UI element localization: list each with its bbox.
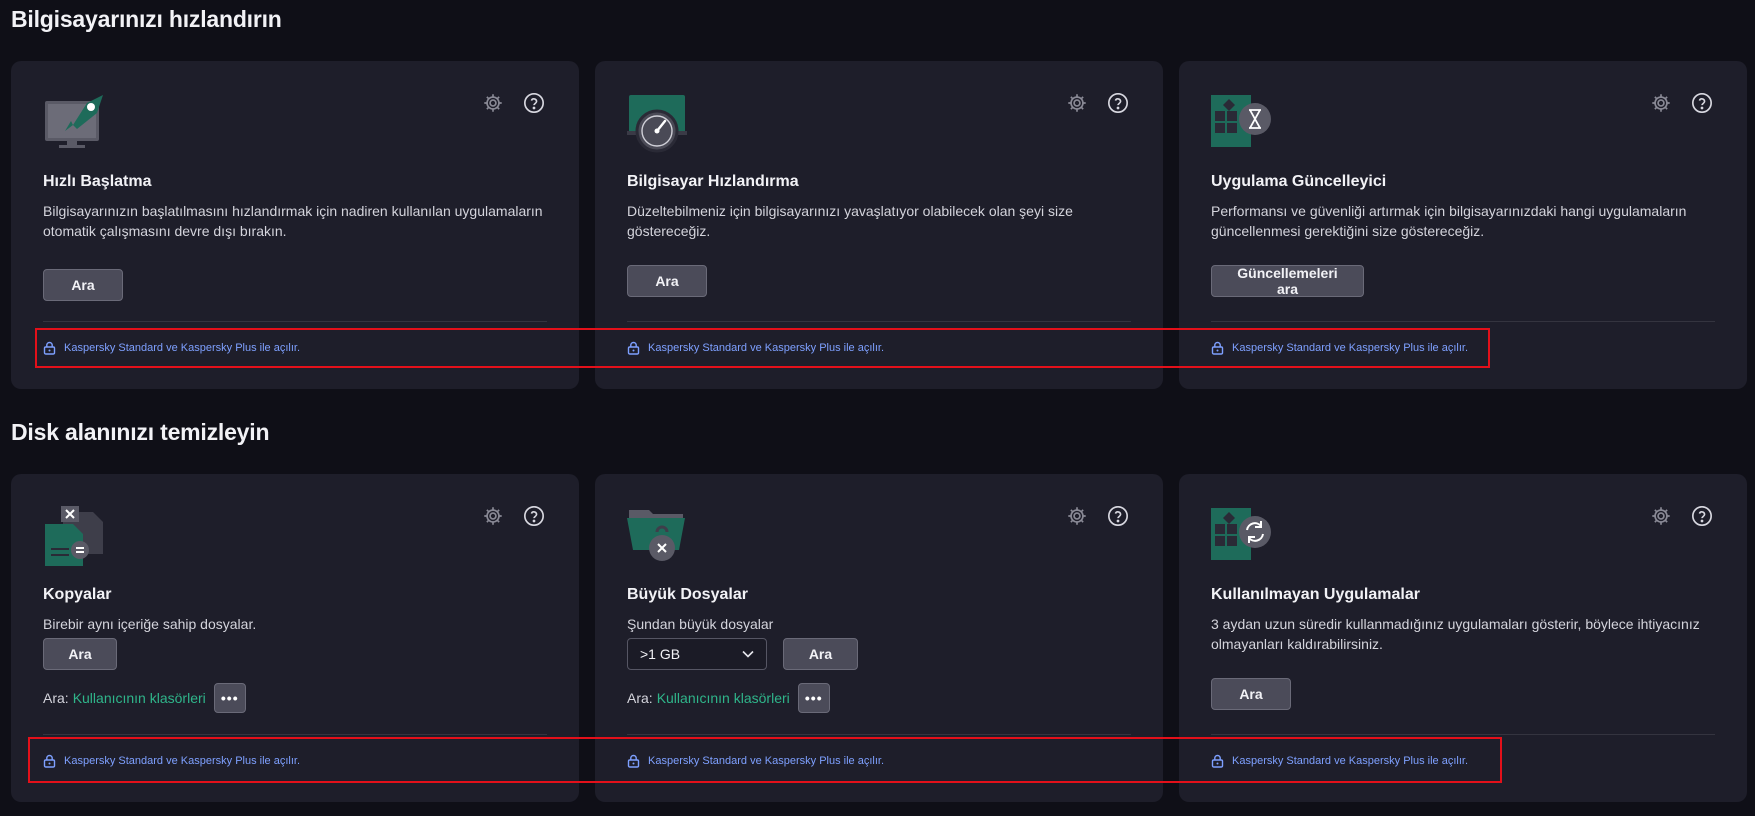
card-title: Kullanılmayan Uygulamalar — [1211, 586, 1420, 603]
size-threshold-value: >1 GB — [640, 646, 681, 662]
license-lock-text: Kaspersky Standard ve Kaspersky Plus ile… — [64, 342, 300, 354]
scan-button[interactable]: Ara — [783, 638, 858, 670]
card-unused-apps: Kullanılmayan Uygulamalar 3 aydan uzun s… — [1179, 474, 1747, 802]
divider — [43, 734, 547, 735]
settings-gear-icon[interactable] — [1066, 92, 1088, 114]
lock-icon — [627, 341, 640, 355]
scan-button[interactable]: Ara — [1211, 678, 1291, 710]
card-description: Şundan büyük dosyalar — [627, 616, 774, 632]
help-question-icon[interactable] — [1107, 505, 1129, 527]
divider — [627, 734, 1131, 735]
help-question-icon[interactable] — [523, 505, 545, 527]
card-title: Büyük Dosyalar — [627, 586, 748, 603]
apps-hourglass-icon — [1211, 91, 1273, 153]
card-title: Uygulama Güncelleyici — [1211, 173, 1387, 190]
card-description: Birebir aynı içeriğe sahip dosyalar. — [43, 616, 257, 632]
size-threshold-select[interactable]: >1 GB — [627, 638, 767, 670]
license-lock-notice[interactable]: Kaspersky Standard ve Kaspersky Plus ile… — [627, 754, 884, 768]
license-lock-notice[interactable]: Kaspersky Standard ve Kaspersky Plus ile… — [43, 341, 300, 355]
more-options-button[interactable]: ••• — [797, 683, 830, 713]
settings-gear-icon[interactable] — [1650, 505, 1672, 527]
apps-refresh-icon — [1211, 504, 1273, 566]
help-question-icon[interactable] — [1107, 92, 1129, 114]
help-question-icon[interactable] — [523, 92, 545, 114]
section-title-speed: Bilgisayarınızı hızlandırın — [11, 6, 282, 32]
divider — [43, 321, 547, 322]
duplicate-files-icon — [43, 504, 105, 570]
lock-icon — [1211, 341, 1224, 355]
section-title-disk: Disk alanınızı temizleyin — [11, 419, 270, 445]
scan-scope-label: Ara: — [43, 690, 69, 706]
scan-scope-row: Ara: Kullanıcının klasörleri ••• — [43, 683, 246, 713]
card-quick-startup: Hızlı Başlatma Bilgisayarınızın başlatıl… — [11, 61, 579, 389]
scan-scope-row: Ara: Kullanıcının klasörleri ••• — [627, 683, 830, 713]
card-title: Hızlı Başlatma — [43, 173, 152, 190]
help-question-icon[interactable] — [1691, 505, 1713, 527]
card-app-updater: Uygulama Güncelleyici Performansı ve güv… — [1179, 61, 1747, 389]
card-description: Performansı ve güvenliği artırmak için b… — [1211, 203, 1687, 239]
lock-icon — [1211, 754, 1224, 768]
license-lock-text: Kaspersky Standard ve Kaspersky Plus ile… — [648, 342, 884, 354]
scan-scope-link[interactable]: Kullanıcının klasörleri — [73, 690, 206, 706]
scan-button[interactable]: Ara — [43, 638, 117, 670]
lock-icon — [43, 754, 56, 768]
settings-gear-icon[interactable] — [1066, 505, 1088, 527]
card-description: Bilgisayarınızın başlatılmasını hızlandı… — [43, 203, 543, 239]
chevron-down-icon — [742, 650, 754, 658]
settings-gear-icon[interactable] — [1650, 92, 1672, 114]
lock-icon — [627, 754, 640, 768]
lock-icon — [43, 341, 56, 355]
card-title: Kopyalar — [43, 586, 112, 603]
license-lock-text: Kaspersky Standard ve Kaspersky Plus ile… — [1232, 755, 1468, 767]
divider — [627, 321, 1131, 322]
search-updates-button[interactable]: Güncellemeleri ara — [1211, 265, 1364, 297]
rocket-monitor-icon — [43, 91, 105, 153]
help-question-icon[interactable] — [1691, 92, 1713, 114]
divider — [1211, 734, 1715, 735]
card-large-files: Büyük Dosyalar Şundan büyük dosyalar >1 … — [595, 474, 1163, 802]
speedometer-monitor-icon — [627, 91, 689, 153]
settings-gear-icon[interactable] — [482, 505, 504, 527]
license-lock-text: Kaspersky Standard ve Kaspersky Plus ile… — [648, 755, 884, 767]
license-lock-notice[interactable]: Kaspersky Standard ve Kaspersky Plus ile… — [1211, 341, 1468, 355]
card-title: Bilgisayar Hızlandırma — [627, 173, 799, 190]
folder-weight-icon — [627, 504, 689, 566]
divider — [1211, 321, 1715, 322]
card-description: 3 aydan uzun süredir kullanmadığınız uyg… — [1211, 616, 1700, 652]
card-duplicates: Kopyalar Birebir aynı içeriğe sahip dosy… — [11, 474, 579, 802]
license-lock-notice[interactable]: Kaspersky Standard ve Kaspersky Plus ile… — [627, 341, 884, 355]
scan-button[interactable]: Ara — [627, 265, 707, 297]
license-lock-notice[interactable]: Kaspersky Standard ve Kaspersky Plus ile… — [1211, 754, 1468, 768]
card-pc-speedup: Bilgisayar Hızlandırma Düzeltebilmeniz i… — [595, 61, 1163, 389]
page: Bilgisayarınızı hızlandırın Hızlı Başlat… — [0, 0, 1755, 816]
license-lock-text: Kaspersky Standard ve Kaspersky Plus ile… — [64, 755, 300, 767]
scan-scope-label: Ara: — [627, 690, 653, 706]
card-description: Düzeltebilmeniz için bilgisayarınızı yav… — [627, 203, 1073, 239]
license-lock-notice[interactable]: Kaspersky Standard ve Kaspersky Plus ile… — [43, 754, 300, 768]
scan-scope-link[interactable]: Kullanıcının klasörleri — [657, 690, 790, 706]
scan-button[interactable]: Ara — [43, 269, 123, 301]
more-options-button[interactable]: ••• — [213, 683, 246, 713]
settings-gear-icon[interactable] — [482, 92, 504, 114]
license-lock-text: Kaspersky Standard ve Kaspersky Plus ile… — [1232, 342, 1468, 354]
